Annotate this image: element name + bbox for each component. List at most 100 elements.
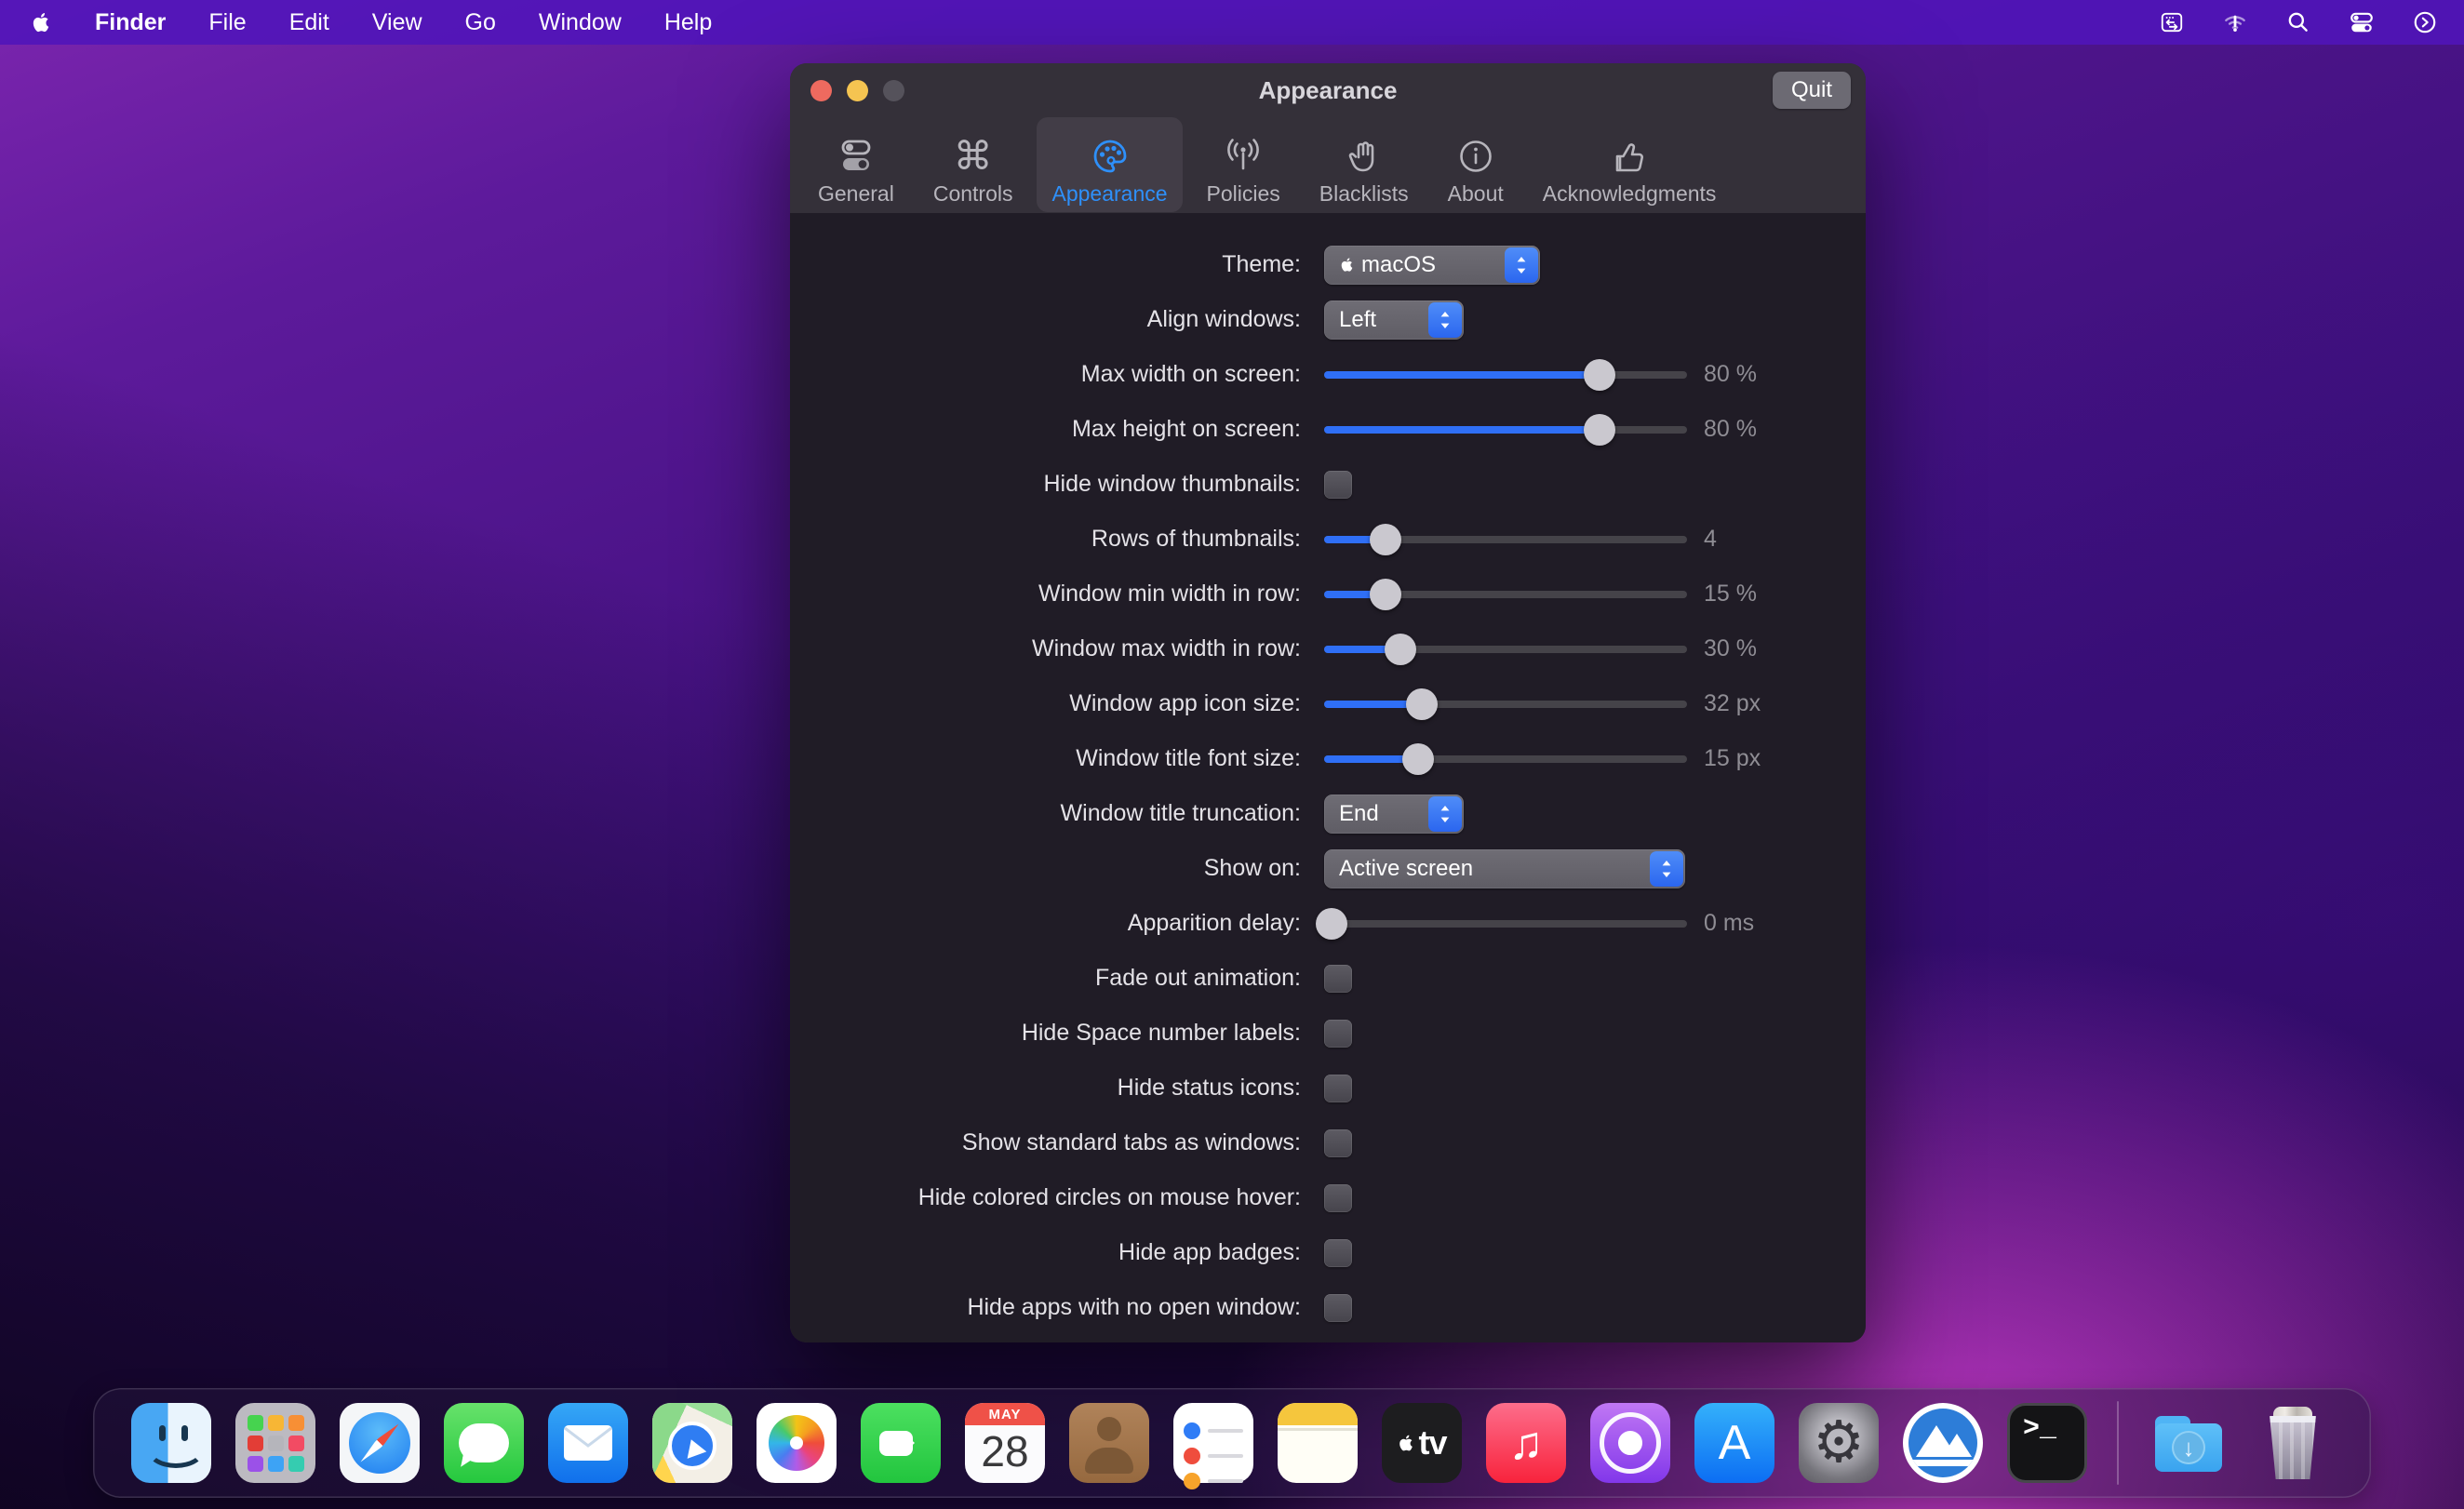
apple-logo-icon xyxy=(1339,257,1355,273)
menu-help[interactable]: Help xyxy=(664,9,712,36)
row-label: Hide status icons: xyxy=(790,1075,1301,1102)
tab-label: Policies xyxy=(1207,183,1280,205)
dock-maps-icon[interactable] xyxy=(652,1403,732,1483)
window-titlebar[interactable]: Appearance Quit xyxy=(790,63,1866,117)
dock-reminders-icon[interactable] xyxy=(1173,1403,1253,1483)
row-label: Hide app badges: xyxy=(790,1239,1301,1266)
thumbs-up-icon xyxy=(1608,129,1651,178)
stepper-icon xyxy=(1428,302,1462,338)
tab-acknowledgments[interactable]: Acknowledgments xyxy=(1528,117,1732,212)
dropdown[interactable]: macOS xyxy=(1324,246,1540,285)
checkbox[interactable] xyxy=(1324,1184,1352,1212)
dock-music-icon[interactable]: ♫ xyxy=(1486,1403,1566,1483)
row-value: 80 % xyxy=(1704,416,1757,443)
row-label: Hide Space number labels: xyxy=(790,1020,1301,1047)
dropdown[interactable]: Active screen xyxy=(1324,849,1685,888)
apple-menu-icon[interactable] xyxy=(30,11,52,33)
slider-knob[interactable] xyxy=(1370,524,1401,555)
slider-knob[interactable] xyxy=(1316,908,1347,940)
settings-row: Theme: macOS xyxy=(790,237,1866,292)
dock-trash-icon[interactable] xyxy=(2253,1403,2333,1483)
row-label: Window max width in row: xyxy=(790,635,1301,662)
slider-knob[interactable] xyxy=(1584,414,1615,446)
dropdown[interactable]: End xyxy=(1324,795,1464,834)
dock-photos-icon[interactable] xyxy=(757,1403,837,1483)
dock-downloads-icon[interactable]: ↓ xyxy=(2149,1403,2229,1483)
desktop: { "menu_bar": { "app_name": "Finder", "m… xyxy=(0,0,2464,1509)
menu-bar: Finder File Edit View Go Window Help xyxy=(0,0,2464,45)
menu-window[interactable]: Window xyxy=(539,9,622,36)
menu-go[interactable]: Go xyxy=(465,9,496,36)
dock-notes-icon[interactable] xyxy=(1278,1403,1358,1483)
dropdown-value: Active screen xyxy=(1339,856,1473,882)
antenna-icon xyxy=(1222,129,1265,178)
control-center-icon[interactable] xyxy=(2349,9,2375,35)
dock-contacts-icon[interactable] xyxy=(1069,1403,1149,1483)
menu-file[interactable]: File xyxy=(208,9,246,36)
row-label: Max width on screen: xyxy=(790,361,1301,388)
row-label: Apparition delay: xyxy=(790,910,1301,937)
dock: MAY 28 tv ♫ ↓ xyxy=(93,1388,2371,1498)
row-label: Hide apps with no open window: xyxy=(790,1294,1301,1321)
dock-alttab-icon[interactable] xyxy=(1903,1403,1983,1483)
slider-knob[interactable] xyxy=(1370,579,1401,610)
dock-appstore-icon[interactable] xyxy=(1694,1403,1774,1483)
slider-knob[interactable] xyxy=(1584,359,1615,391)
menu-app-name[interactable]: Finder xyxy=(95,9,166,36)
slider[interactable] xyxy=(1324,578,1687,611)
slider[interactable] xyxy=(1324,413,1687,447)
dock-terminal-icon[interactable] xyxy=(2007,1403,2087,1483)
tab-general[interactable]: General xyxy=(803,117,909,212)
slider[interactable] xyxy=(1324,688,1687,721)
slider[interactable] xyxy=(1324,907,1687,941)
checkbox[interactable] xyxy=(1324,471,1352,499)
tab-blacklists[interactable]: Blacklists xyxy=(1305,117,1424,212)
dock-tv-icon[interactable]: tv xyxy=(1382,1403,1462,1483)
dock-safari-icon[interactable] xyxy=(340,1403,420,1483)
alttab-menu-icon[interactable] xyxy=(2159,9,2185,35)
slider[interactable] xyxy=(1324,633,1687,666)
settings-row: Apparition delay: 0 ms xyxy=(790,896,1866,951)
search-icon[interactable] xyxy=(2285,9,2311,35)
settings-row: Window app icon size: 32 px xyxy=(790,676,1866,731)
checkbox[interactable] xyxy=(1324,1129,1352,1157)
checkbox[interactable] xyxy=(1324,1020,1352,1048)
tab-controls[interactable]: ⌘ Controls xyxy=(918,117,1028,212)
settings-rows: Theme: macOS Align windows: Left xyxy=(790,213,1866,1342)
slider-knob[interactable] xyxy=(1406,688,1438,720)
quit-button[interactable]: Quit xyxy=(1773,72,1851,109)
dock-mail-icon[interactable] xyxy=(548,1403,628,1483)
slider[interactable] xyxy=(1324,742,1687,776)
fast-user-switching-icon[interactable] xyxy=(2412,9,2438,35)
checkbox[interactable] xyxy=(1324,1239,1352,1267)
command-icon: ⌘ xyxy=(954,129,993,178)
slider-knob[interactable] xyxy=(1402,743,1434,775)
tab-policies[interactable]: Policies xyxy=(1192,117,1295,212)
slider-knob[interactable] xyxy=(1385,634,1416,665)
palette-icon xyxy=(1089,129,1132,178)
stepper-icon xyxy=(1650,851,1683,887)
dock-launchpad-icon[interactable] xyxy=(235,1403,315,1483)
dock-calendar-icon[interactable]: MAY 28 xyxy=(965,1403,1045,1483)
menu-view[interactable]: View xyxy=(372,9,422,36)
tab-about[interactable]: About xyxy=(1433,117,1519,212)
menu-edit[interactable]: Edit xyxy=(289,9,329,36)
tab-label: Blacklists xyxy=(1319,183,1409,205)
wifi-alert-icon[interactable] xyxy=(2222,9,2248,35)
dock-finder-icon[interactable] xyxy=(131,1403,211,1483)
dock-messages-icon[interactable] xyxy=(444,1403,524,1483)
checkbox[interactable] xyxy=(1324,965,1352,993)
slider[interactable] xyxy=(1324,523,1687,556)
row-label: Window min width in row: xyxy=(790,581,1301,608)
tab-appearance[interactable]: Appearance xyxy=(1037,117,1182,212)
slider[interactable] xyxy=(1324,358,1687,392)
dock-facetime-icon[interactable] xyxy=(861,1403,941,1483)
checkbox[interactable] xyxy=(1324,1294,1352,1322)
dock-podcasts-icon[interactable] xyxy=(1590,1403,1670,1483)
checkbox[interactable] xyxy=(1324,1075,1352,1102)
row-label: Rows of thumbnails: xyxy=(790,526,1301,553)
dropdown[interactable]: Left xyxy=(1324,300,1464,340)
dock-system-preferences-icon[interactable] xyxy=(1799,1403,1879,1483)
appearance-window: Appearance Quit General ⌘ Controls xyxy=(790,63,1866,1342)
tab-label: About xyxy=(1448,183,1504,205)
